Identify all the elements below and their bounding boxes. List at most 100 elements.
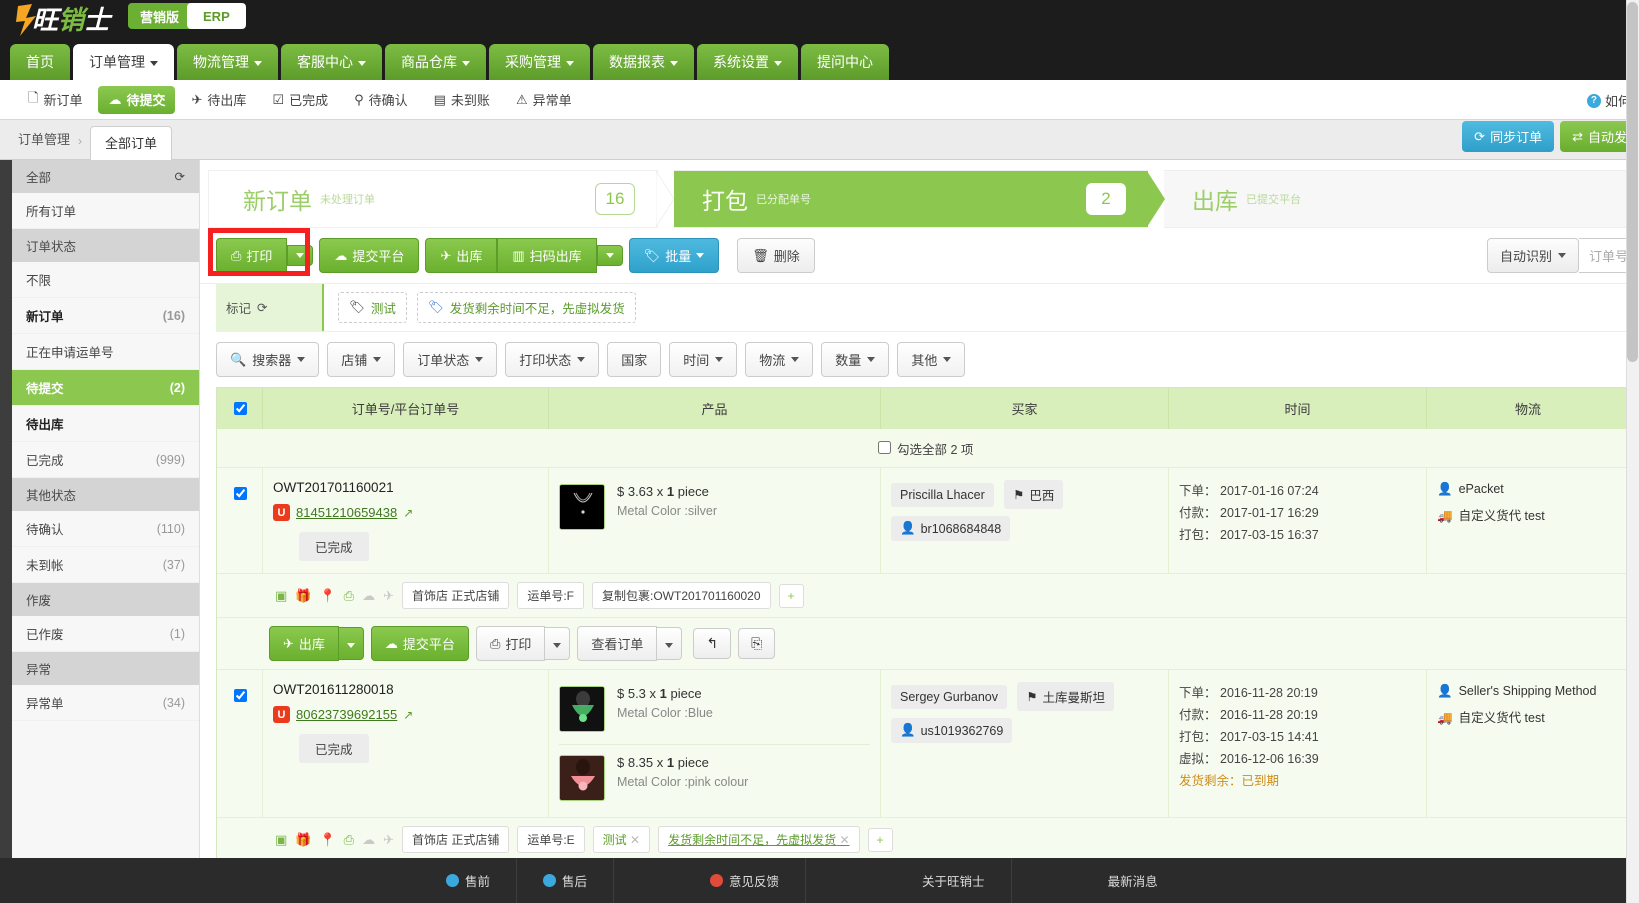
product-thumbnail[interactable] xyxy=(559,686,605,732)
auto-recognize-select[interactable]: 自动识别 xyxy=(1486,238,1579,273)
scrollbar-thumb[interactable] xyxy=(1627,2,1638,362)
nav-tab-order-management[interactable]: 订单管理 xyxy=(73,44,174,80)
select-all-bar[interactable]: 勾选全部 2 项 xyxy=(217,429,1630,468)
note-icon[interactable]: ▣ xyxy=(275,588,287,604)
subnav-item-pending-ship[interactable]: ✈ 待出库 xyxy=(181,86,256,114)
sidebar-item-new-order[interactable]: 新订单 (16) xyxy=(12,298,199,334)
row-copy-button[interactable]: ⎘ xyxy=(738,628,776,659)
waybill-pill[interactable]: 运单号:F xyxy=(517,582,584,609)
row-undo-button[interactable]: ↰ xyxy=(693,628,732,659)
subnav-item-pending-confirm[interactable]: ⚲ 待确认 xyxy=(344,86,418,114)
sidebar-item-all-orders[interactable]: 所有订单 xyxy=(12,193,199,229)
batch-button[interactable]: 🏷 批量 xyxy=(628,238,720,273)
sidebar-item-unpaid[interactable]: 未到帐 (37) xyxy=(12,547,199,583)
location-icon[interactable]: 📍 xyxy=(319,832,335,848)
plane-icon[interactable]: ✈ xyxy=(383,588,394,604)
refresh-icon[interactable]: ⟳ xyxy=(257,300,267,315)
vertical-scrollbar[interactable] xyxy=(1626,0,1639,903)
mark-tag-item[interactable]: 🏷 测试 xyxy=(338,292,407,323)
subnav-item-new-order[interactable]: 🗋 新订单 xyxy=(18,86,92,114)
bottom-item-news[interactable]: 最新消息 xyxy=(1082,858,1184,903)
filter-searcher[interactable]: 🔍 搜索器 xyxy=(216,342,320,377)
nav-tab-logistics[interactable]: 物流管理 xyxy=(177,44,278,80)
scan-ship-button[interactable]: ▥ 扫码出库 xyxy=(497,238,597,273)
filter-quantity[interactable]: 数量 xyxy=(821,342,890,377)
filter-logistics[interactable]: 物流 xyxy=(745,342,814,377)
bottom-item-feedback[interactable]: 意见反馈 xyxy=(684,858,807,903)
external-link-icon[interactable]: ↗ xyxy=(403,506,413,520)
delete-button[interactable]: 🗑 删除 xyxy=(737,238,815,273)
print-button[interactable]: ⎙ 打印 xyxy=(216,238,288,273)
row-view-order-dropdown[interactable] xyxy=(657,627,683,660)
note-icon[interactable]: ▣ xyxy=(275,832,287,848)
sidebar-item-completed[interactable]: 已完成 (999) xyxy=(12,442,199,478)
row-view-order-button[interactable]: 查看订单 xyxy=(577,626,658,661)
row-ship-dropdown[interactable] xyxy=(338,627,364,660)
nav-tab-purchasing[interactable]: 采购管理 xyxy=(489,44,590,80)
bottom-item-about[interactable]: 关于旺销士 xyxy=(896,858,1012,903)
close-icon[interactable]: ✕ xyxy=(630,833,640,847)
waybill-pill[interactable]: 运单号:E xyxy=(517,826,585,853)
select-all-checkbox[interactable] xyxy=(233,402,247,415)
bottom-item-presale[interactable]: 售前 xyxy=(420,858,518,903)
breadcrumb-current-tab[interactable]: 全部订单 xyxy=(90,126,173,160)
help-link[interactable]: ? 如何 xyxy=(1586,91,1631,110)
step-new-order[interactable]: 新订单 未处理订单 16 xyxy=(208,170,674,228)
close-icon[interactable]: ✕ xyxy=(839,833,849,847)
ship-button[interactable]: ✈ 出库 xyxy=(425,238,498,273)
row-tag-pill[interactable]: 测试 ✕ xyxy=(592,826,651,853)
badge-marketing[interactable]: 营销版 xyxy=(128,3,192,29)
plane-icon[interactable]: ✈ xyxy=(383,832,394,848)
cloud-icon[interactable]: ☁ xyxy=(362,588,375,604)
refresh-icon[interactable]: ⟳ xyxy=(175,169,185,184)
sidebar-item-pending-confirm[interactable]: 待确认 (110) xyxy=(12,511,199,547)
row-submit-button[interactable]: ☁ 提交平台 xyxy=(370,626,469,661)
step-shipped[interactable]: 出库 已提交平台 xyxy=(1164,170,1631,228)
nav-tab-customer-service[interactable]: 客服中心 xyxy=(281,44,382,80)
scan-ship-dropdown-button[interactable] xyxy=(596,245,623,266)
brand-logo[interactable]: 旺 销 士 xyxy=(14,0,134,40)
subnav-item-abnormal[interactable]: ⚠ 异常单 xyxy=(506,86,582,114)
sidebar-item-abnormal[interactable]: 异常单 (34) xyxy=(12,685,199,721)
platform-order-link[interactable]: 80623739692155 xyxy=(296,707,397,722)
external-link-icon[interactable]: ↗ xyxy=(403,708,413,722)
copy-package-pill[interactable]: 复制包裹:OWT201701160020 xyxy=(592,582,771,609)
sidebar-item-pending-submit[interactable]: 待提交 (2) xyxy=(12,370,199,406)
mark-tag-item[interactable]: 🏷 发货剩余时间不足，先虚拟发货 xyxy=(416,292,636,323)
add-tag-button[interactable]: + xyxy=(778,583,804,608)
breadcrumb-parent[interactable]: 订单管理 xyxy=(18,129,70,159)
filter-order-status[interactable]: 订单状态 xyxy=(403,342,498,377)
select-all-items-checkbox[interactable] xyxy=(877,441,891,454)
printer-icon[interactable]: ⎙ xyxy=(344,832,354,848)
printer-icon[interactable]: ⎙ xyxy=(344,588,354,604)
step-packing[interactable]: 打包 已分配单号 2 xyxy=(674,170,1165,228)
nav-tab-settings[interactable]: 系统设置 xyxy=(697,44,798,80)
filter-other[interactable]: 其他 xyxy=(897,342,966,377)
row-print-dropdown[interactable] xyxy=(545,627,571,660)
sidebar-item-applying-waybill[interactable]: 正在申请运单号 xyxy=(12,334,199,370)
subnav-item-completed[interactable]: ☑ 已完成 xyxy=(262,86,338,114)
gift-icon[interactable]: 🎁 xyxy=(295,588,311,604)
filter-shop[interactable]: 店铺 xyxy=(327,342,396,377)
row-ship-button[interactable]: ✈ 出库 xyxy=(269,626,339,661)
row-checkbox[interactable] xyxy=(233,487,247,500)
badge-erp[interactable]: ERP xyxy=(187,3,246,29)
mark-label-cell[interactable]: 标记 ⟳ xyxy=(216,284,324,331)
nav-tab-warehouse[interactable]: 商品仓库 xyxy=(385,44,486,80)
submit-platform-button[interactable]: ☁ 提交平台 xyxy=(319,238,420,273)
gift-icon[interactable]: 🎁 xyxy=(295,832,311,848)
bottom-item-aftersale[interactable]: 售后 xyxy=(517,858,615,903)
shop-pill[interactable]: 首饰店 正式店铺 xyxy=(401,582,510,609)
print-dropdown-button[interactable] xyxy=(287,245,314,266)
filter-time[interactable]: 时间 xyxy=(669,342,738,377)
nav-tab-help-center[interactable]: 提问中心 xyxy=(801,44,889,80)
sidebar-item-pending-ship[interactable]: 待出库 xyxy=(12,406,199,442)
product-thumbnail[interactable] xyxy=(559,755,605,801)
cloud-icon[interactable]: ☁ xyxy=(362,832,375,848)
sidebar-item-unlimited[interactable]: 不限 xyxy=(12,262,199,298)
subnav-item-pending-submit[interactable]: ☁ 待提交 xyxy=(98,85,176,114)
nav-tab-reports[interactable]: 数据报表 xyxy=(593,44,694,80)
location-icon[interactable]: 📍 xyxy=(319,588,335,604)
sidebar-item-voided[interactable]: 已作废 (1) xyxy=(12,616,199,652)
nav-tab-home[interactable]: 首页 xyxy=(10,44,70,80)
